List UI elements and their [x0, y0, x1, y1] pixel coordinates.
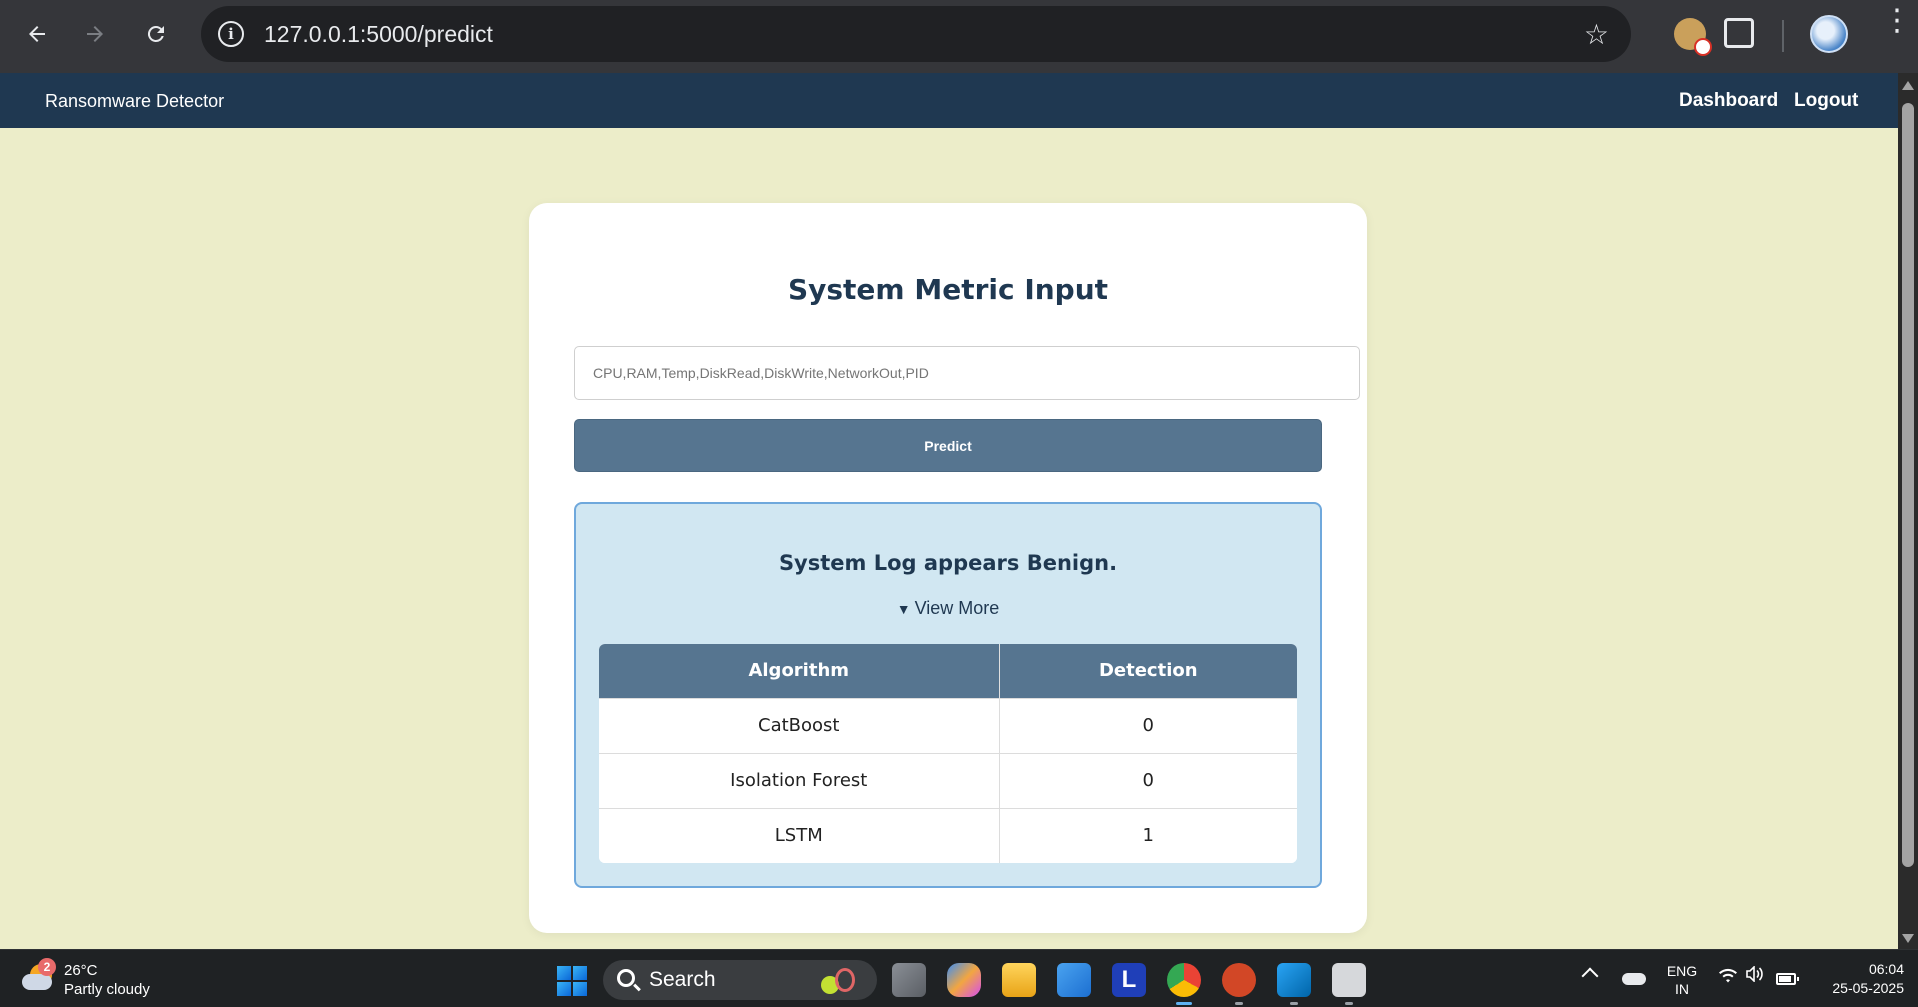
- algorithm-cell: CatBoost: [599, 697, 1000, 753]
- app-navbar: Ransomware Detector Dashboard Logout: [0, 73, 1898, 128]
- metric-input[interactable]: [574, 346, 1360, 400]
- volume-icon[interactable]: [1745, 965, 1765, 987]
- table-header-row: Algorithm Detection: [599, 644, 1297, 698]
- vscode-icon[interactable]: [1277, 963, 1311, 1005]
- back-button[interactable]: [15, 14, 59, 54]
- forward-button[interactable]: [73, 14, 117, 54]
- region-code: IN: [1675, 981, 1689, 997]
- language-code: ENG: [1666, 963, 1698, 979]
- taskbar-search-label: Search: [649, 968, 716, 991]
- algorithm-cell: LSTM: [599, 807, 1000, 863]
- column-header-detection: Detection: [999, 644, 1297, 698]
- microsoft-store-icon[interactable]: [1057, 963, 1091, 997]
- tennis-decoration-icon: [821, 968, 861, 994]
- language-indicator[interactable]: ENG IN: [1664, 962, 1700, 998]
- taskbar-search[interactable]: Search: [603, 960, 877, 1000]
- page-scrollbar[interactable]: [1898, 73, 1918, 949]
- detection-cell: 0: [999, 752, 1297, 808]
- algorithm-cell: Isolation Forest: [599, 752, 1000, 808]
- input-card: System Metric Input Predict System Log a…: [529, 203, 1367, 933]
- scrollbar-thumb[interactable]: [1902, 103, 1914, 867]
- site-info-icon[interactable]: i: [218, 21, 244, 47]
- weather-badge: 2: [38, 958, 56, 976]
- table-row: CatBoost 0: [599, 697, 1297, 753]
- wifi-icon[interactable]: [1718, 968, 1738, 989]
- arrow-right-icon: [87, 26, 103, 42]
- detection-cell: 1: [999, 807, 1297, 863]
- scroll-up-icon[interactable]: [1902, 81, 1914, 90]
- results-table: Algorithm Detection CatBoost 0 Isolation…: [599, 644, 1297, 863]
- clock-time: 06:04: [1868, 961, 1904, 977]
- chevron-up-icon[interactable]: [1581, 967, 1599, 985]
- task-view-icon[interactable]: [892, 963, 926, 997]
- view-more-toggle[interactable]: ▼ View More: [576, 598, 1320, 619]
- detection-cell: 0: [999, 697, 1297, 753]
- triangle-down-icon: ▼: [896, 601, 911, 617]
- profile-avatar[interactable]: [1810, 15, 1848, 53]
- extensions-puzzle-icon[interactable]: [1724, 18, 1754, 48]
- weather-temp: 26°C: [64, 962, 98, 979]
- onedrive-cloud-icon[interactable]: [1622, 973, 1646, 985]
- extension-badge: [1694, 38, 1712, 56]
- extension-icon[interactable]: [1674, 18, 1712, 56]
- page-viewport: Ransomware Detector Dashboard Logout Sys…: [0, 73, 1898, 949]
- file-explorer-icon[interactable]: [1002, 963, 1036, 997]
- column-header-algorithm: Algorithm: [599, 644, 1000, 698]
- browser-menu-icon[interactable]: ⋮: [1882, 6, 1912, 36]
- scroll-down-icon[interactable]: [1902, 934, 1914, 943]
- arrow-left-icon: [29, 26, 45, 42]
- table-row: LSTM 1: [599, 807, 1297, 863]
- search-icon: [617, 969, 635, 987]
- result-message: System Log appears Benign.: [778, 551, 1118, 575]
- address-bar[interactable]: i 127.0.0.1:5000/predict ☆: [201, 6, 1631, 62]
- windows-start-icon[interactable]: [557, 966, 587, 996]
- page-title: System Metric Input: [787, 273, 1109, 306]
- windows-taskbar: 2 26°C Partly cloudy Search L ENG IN 06:…: [0, 949, 1918, 1007]
- predict-button[interactable]: Predict: [574, 419, 1322, 472]
- battery-icon[interactable]: [1776, 973, 1799, 985]
- nav-link-dashboard[interactable]: Dashboard: [1679, 90, 1778, 112]
- url-text[interactable]: 127.0.0.1:5000/predict: [264, 21, 493, 48]
- clock-date: 25-05-2025: [1832, 980, 1904, 996]
- reload-button[interactable]: [134, 14, 178, 54]
- copilot-icon[interactable]: [947, 963, 981, 997]
- table-row: Isolation Forest 0: [599, 752, 1297, 808]
- system-clock[interactable]: 06:04 25-05-2025: [1812, 960, 1904, 998]
- powerpoint-icon[interactable]: [1222, 963, 1256, 1005]
- weather-widget[interactable]: 2 26°C Partly cloudy: [22, 958, 162, 1000]
- bookmark-star-icon[interactable]: ☆: [1584, 18, 1609, 51]
- browser-toolbar: i 127.0.0.1:5000/predict ☆ ⋮: [0, 0, 1918, 73]
- view-more-label: View More: [914, 598, 1000, 618]
- snipping-tool-icon[interactable]: [1332, 963, 1366, 1005]
- reload-icon: [147, 25, 164, 42]
- toolbar-divider: [1782, 20, 1784, 52]
- app-brand[interactable]: Ransomware Detector: [45, 91, 224, 112]
- result-panel: System Log appears Benign. ▼ View More Al…: [574, 502, 1322, 888]
- weather-condition: Partly cloudy: [64, 981, 150, 998]
- l-app-icon[interactable]: L: [1112, 963, 1146, 997]
- nav-link-logout[interactable]: Logout: [1794, 90, 1858, 112]
- chrome-icon[interactable]: [1167, 963, 1201, 1005]
